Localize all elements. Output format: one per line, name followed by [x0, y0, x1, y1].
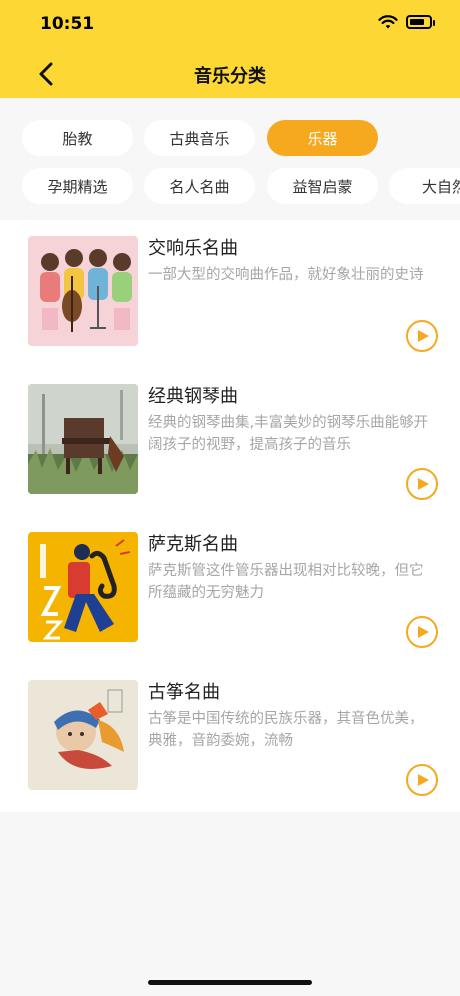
category-tabs: 胎教 古典音乐 乐器 孕期精选 名人名曲 益智启蒙 大自然 [0, 98, 460, 220]
category-chip[interactable]: 胎教 [22, 120, 133, 156]
play-button[interactable] [406, 616, 438, 648]
category-chip[interactable]: 益智启蒙 [267, 168, 378, 204]
item-description: 古筝是中国传统的民族乐器，其音色优美，典雅，音韵委婉，流畅 [148, 711, 424, 749]
play-icon [418, 626, 429, 638]
category-chip[interactable]: 古典音乐 [144, 120, 255, 156]
list-item[interactable]: 交响乐名曲 一部大型的交响曲作品，就好象壮丽的史诗 [0, 220, 460, 368]
play-icon [418, 774, 429, 786]
item-description: 一部大型的交响曲作品，就好象壮丽的史诗 [148, 267, 424, 283]
battery-icon [406, 15, 435, 29]
list-item[interactable]: 萨克斯名曲 萨克斯管这件管乐器出现相对比较晚，但它所蕴藏的无穷魅力 [0, 516, 460, 664]
piano-thumbnail [28, 384, 138, 494]
item-title: 经典钢琴曲 [148, 386, 238, 407]
list-item[interactable]: 经典钢琴曲 经典的钢琴曲集,丰富美妙的钢琴乐曲能够开阔孩子的视野，提高孩子的音乐 [0, 368, 460, 516]
list-item[interactable]: 古筝名曲 古筝是中国传统的民族乐器，其音色优美，典雅，音韵委婉，流畅 [0, 664, 460, 812]
play-icon [418, 330, 429, 342]
category-chip[interactable]: 孕期精选 [22, 168, 133, 204]
category-chip-active[interactable]: 乐器 [267, 120, 378, 156]
play-button[interactable] [406, 320, 438, 352]
play-icon [418, 478, 429, 490]
status-time: 10:51 [40, 14, 95, 34]
category-chip[interactable]: 大自然 [389, 168, 460, 204]
item-title: 交响乐名曲 [148, 238, 238, 259]
play-button[interactable] [406, 468, 438, 500]
saxophone-thumbnail [28, 532, 138, 642]
item-description: 萨克斯管这件管乐器出现相对比较晚，但它所蕴藏的无穷魅力 [148, 563, 424, 601]
item-description: 经典的钢琴曲集,丰富美妙的钢琴乐曲能够开阔孩子的视野，提高孩子的音乐 [148, 415, 429, 453]
page-title: 音乐分类 [194, 66, 266, 87]
wifi-icon [378, 15, 398, 29]
music-list: 交响乐名曲 一部大型的交响曲作品，就好象壮丽的史诗 经典钢琴曲 经典的钢琴曲集,… [0, 220, 460, 812]
symphony-thumbnail [28, 236, 138, 346]
category-chip[interactable]: 名人名曲 [144, 168, 255, 204]
item-title: 萨克斯名曲 [148, 534, 238, 555]
header: 10:51 音乐分类 [0, 0, 460, 98]
home-indicator[interactable] [148, 980, 312, 985]
item-title: 古筝名曲 [148, 682, 220, 703]
guzheng-thumbnail [28, 680, 138, 790]
play-button[interactable] [406, 764, 438, 796]
status-icons [378, 14, 435, 30]
